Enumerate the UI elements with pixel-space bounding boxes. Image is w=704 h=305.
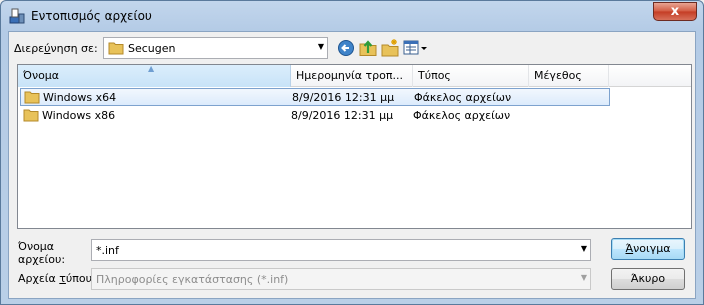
item-type: Φάκελος αρχείων — [414, 91, 512, 104]
list-item[interactable]: Windows x64 8/9/2016 12:31 μμ Φάκελος αρ… — [20, 88, 610, 106]
cancel-button[interactable]: Άκυρο — [611, 268, 685, 290]
lookin-label: Διερεύνηση σε: — [14, 42, 98, 55]
view-menu-icon[interactable] — [402, 38, 430, 58]
item-date: 8/9/2016 12:31 μμ — [291, 109, 394, 122]
filetype-label: Αρχεία τύπου: — [18, 272, 96, 285]
file-list-view[interactable]: ▲ Όνομα Ημερομηνία τροπ... Τύπος Μέγεθος… — [17, 64, 692, 229]
lookin-value: Secugen — [128, 42, 176, 55]
item-name: Windows x86 — [42, 109, 116, 122]
dialog-client-area: Διερεύνηση σε: Secugen ▼ ▲ Όνομα Ημερομη… — [8, 31, 696, 299]
column-header-size[interactable]: Μέγεθος — [529, 65, 609, 87]
window-title: Εντοπισμός αρχείου — [31, 9, 152, 23]
new-folder-icon[interactable] — [380, 38, 400, 58]
filename-label: Όνομα αρχείου: — [18, 240, 66, 266]
filename-input[interactable]: *.inf ▼ — [91, 239, 591, 261]
folder-icon — [23, 109, 39, 122]
back-icon[interactable] — [336, 38, 356, 58]
item-type: Φάκελος αρχείων — [413, 109, 511, 122]
list-header: ▲ Όνομα Ημερομηνία τροπ... Τύπος Μέγεθος — [18, 65, 691, 87]
lookin-combo[interactable]: Secugen ▼ — [103, 37, 328, 59]
column-header-name[interactable]: ▲ Όνομα — [18, 65, 291, 87]
chevron-down-icon: ▼ — [580, 273, 587, 282]
filetype-value: Πληροφορίες εγκατάστασης (*.inf) — [96, 273, 289, 286]
chevron-down-icon[interactable]: ▼ — [581, 244, 587, 253]
item-date: 8/9/2016 12:31 μμ — [292, 91, 395, 104]
close-button[interactable]: x — [653, 2, 697, 21]
list-item[interactable]: Windows x86 8/9/2016 12:31 μμ Φάκελος αρ… — [20, 107, 610, 125]
filetype-select: Πληροφορίες εγκατάστασης (*.inf) ▼ — [91, 268, 591, 290]
column-header-date[interactable]: Ημερομηνία τροπ... — [291, 65, 413, 87]
title-bar[interactable]: Εντοπισμός αρχείου x — [1, 1, 703, 31]
open-button[interactable]: Άνοιγμα — [611, 238, 685, 260]
close-icon: x — [670, 4, 680, 19]
up-folder-icon[interactable] — [358, 38, 378, 58]
app-icon — [9, 8, 25, 24]
file-dialog-window: Εντοπισμός αρχείου x Διερεύνηση σε: Secu… — [0, 0, 704, 305]
folder-icon — [24, 91, 40, 104]
chevron-down-icon[interactable]: ▼ — [318, 42, 324, 51]
column-header-type[interactable]: Τύπος — [413, 65, 529, 87]
item-name: Windows x64 — [43, 91, 117, 104]
filename-value: *.inf — [96, 244, 119, 257]
folder-icon — [108, 42, 124, 55]
sort-ascending-icon: ▲ — [148, 65, 155, 73]
